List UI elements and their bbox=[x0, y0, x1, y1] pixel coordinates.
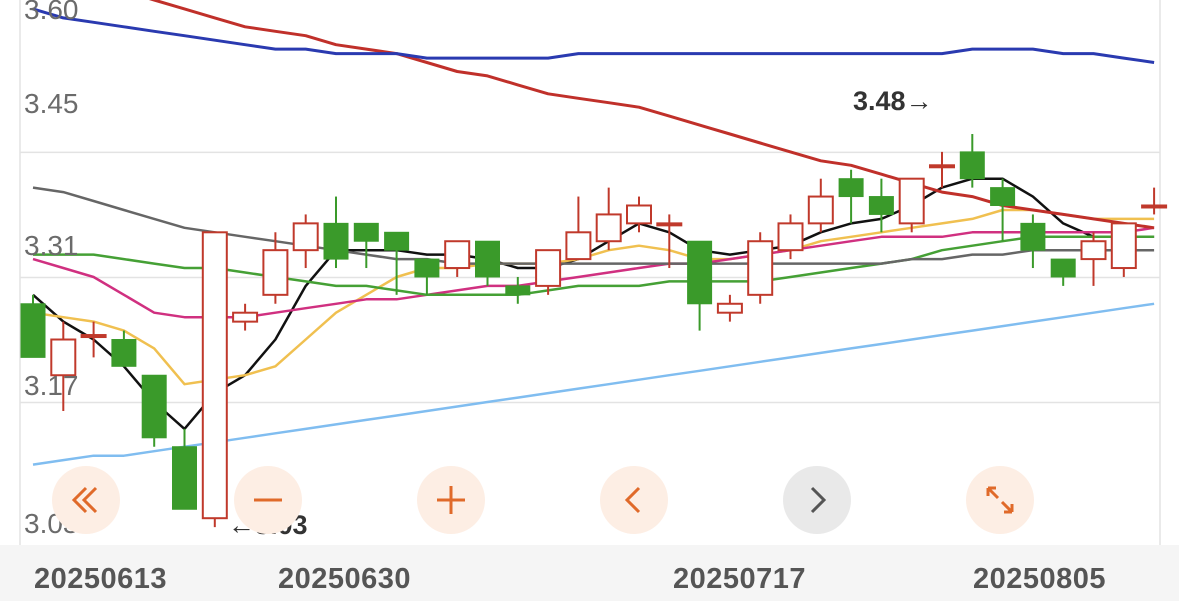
candle-body bbox=[929, 164, 955, 169]
candle-body bbox=[687, 240, 713, 305]
candle-up bbox=[898, 177, 925, 233]
ma30-line bbox=[33, 235, 1155, 297]
x-tick-label: 20250717 bbox=[673, 563, 807, 595]
candle-up bbox=[201, 231, 228, 528]
ma10-line bbox=[32, 208, 1155, 386]
candle-up bbox=[444, 240, 471, 277]
plus-icon bbox=[437, 486, 465, 514]
candle-body bbox=[868, 196, 894, 215]
candle-body bbox=[141, 374, 167, 439]
moving-average-lines bbox=[32, 0, 1155, 466]
candle-body bbox=[172, 446, 197, 510]
step-forward-button[interactable] bbox=[783, 466, 851, 534]
candle-down bbox=[475, 240, 500, 286]
candle-body bbox=[232, 311, 259, 323]
candle-down bbox=[384, 231, 410, 295]
candle-body bbox=[990, 187, 1016, 206]
candle-up bbox=[292, 214, 319, 269]
candle-body bbox=[20, 303, 46, 358]
candle-up bbox=[1110, 222, 1137, 277]
candle-up bbox=[565, 196, 592, 261]
candle-body bbox=[1020, 222, 1046, 251]
double-chevron-left-icon bbox=[71, 486, 98, 514]
chevron-right-icon bbox=[810, 486, 827, 514]
minus-icon bbox=[254, 498, 282, 502]
candle-down bbox=[838, 169, 864, 224]
candle-down bbox=[687, 240, 713, 331]
candle-body bbox=[80, 334, 107, 339]
candle-down bbox=[353, 222, 379, 269]
candle-body bbox=[959, 151, 985, 180]
candle-body bbox=[747, 240, 774, 296]
x-tick-label: 20250613 bbox=[34, 563, 168, 595]
chevron-left-icon bbox=[624, 486, 641, 514]
candle-body bbox=[444, 240, 471, 270]
candle-up bbox=[747, 232, 774, 304]
candle-body bbox=[292, 222, 319, 252]
candle-body bbox=[807, 195, 834, 225]
ma120-line bbox=[148, 0, 1155, 230]
candle-body bbox=[1110, 222, 1137, 270]
high-price-value: 3.48 bbox=[853, 86, 906, 116]
candle-down bbox=[172, 428, 197, 510]
ma5-line bbox=[32, 177, 1155, 431]
candle-down bbox=[20, 294, 46, 358]
candle-body bbox=[111, 339, 137, 367]
candle-up bbox=[656, 214, 683, 269]
candle-down bbox=[1050, 258, 1076, 286]
candle-body bbox=[1141, 204, 1168, 209]
candle-down bbox=[1020, 214, 1046, 269]
ma60-line bbox=[32, 186, 1155, 265]
candle-body bbox=[656, 222, 683, 227]
zoom-in-button[interactable] bbox=[417, 466, 485, 534]
high-price-arrow: → bbox=[905, 86, 933, 116]
candle-up bbox=[1141, 187, 1168, 215]
zoom-out-button[interactable] bbox=[234, 466, 302, 534]
y-tick-label: 3.17 bbox=[24, 370, 79, 401]
candle-body bbox=[626, 204, 652, 225]
candle-up bbox=[929, 151, 955, 188]
ma-long-line bbox=[32, 302, 1155, 466]
fullscreen-button[interactable] bbox=[966, 466, 1034, 534]
candle-body bbox=[716, 302, 743, 314]
candle-body bbox=[838, 178, 864, 198]
high-price-marker: 3.48→ bbox=[853, 86, 933, 117]
candle-up bbox=[807, 178, 834, 233]
fast-backward-button[interactable] bbox=[52, 466, 120, 534]
candle-down bbox=[505, 276, 531, 304]
candle-body bbox=[1080, 240, 1107, 261]
step-back-button[interactable] bbox=[600, 466, 668, 534]
expand-icon bbox=[986, 486, 1014, 514]
candle-body bbox=[898, 177, 925, 225]
candle-down bbox=[141, 374, 167, 447]
candle-body bbox=[475, 240, 500, 278]
candle-body bbox=[353, 222, 379, 242]
candle-up bbox=[716, 294, 743, 322]
ma20-line bbox=[32, 226, 1155, 319]
x-tick-label: 20250630 bbox=[278, 563, 412, 595]
candle-body bbox=[777, 222, 804, 252]
candle-body bbox=[384, 231, 410, 251]
candle-up bbox=[80, 321, 107, 358]
candle-up bbox=[595, 187, 622, 251]
ma250-line bbox=[32, 7, 1155, 64]
candle-body bbox=[565, 231, 592, 261]
candle-body bbox=[505, 285, 531, 296]
x-tick-label: 20250805 bbox=[973, 563, 1107, 595]
y-tick-label: 3.45 bbox=[24, 88, 79, 119]
candle-body bbox=[414, 258, 440, 278]
candle-body bbox=[595, 213, 622, 243]
candle-body bbox=[201, 231, 228, 520]
candle-down bbox=[868, 178, 894, 233]
candle-body bbox=[323, 222, 349, 260]
candle-body bbox=[535, 249, 562, 287]
y-tick-label: 3.60 bbox=[24, 0, 79, 25]
candle-down bbox=[414, 258, 440, 295]
candle-up bbox=[232, 303, 259, 331]
candle-body bbox=[262, 249, 289, 296]
candle-body bbox=[1050, 258, 1076, 278]
candle-down bbox=[323, 196, 349, 269]
y-tick-label: 3.31 bbox=[24, 230, 79, 261]
